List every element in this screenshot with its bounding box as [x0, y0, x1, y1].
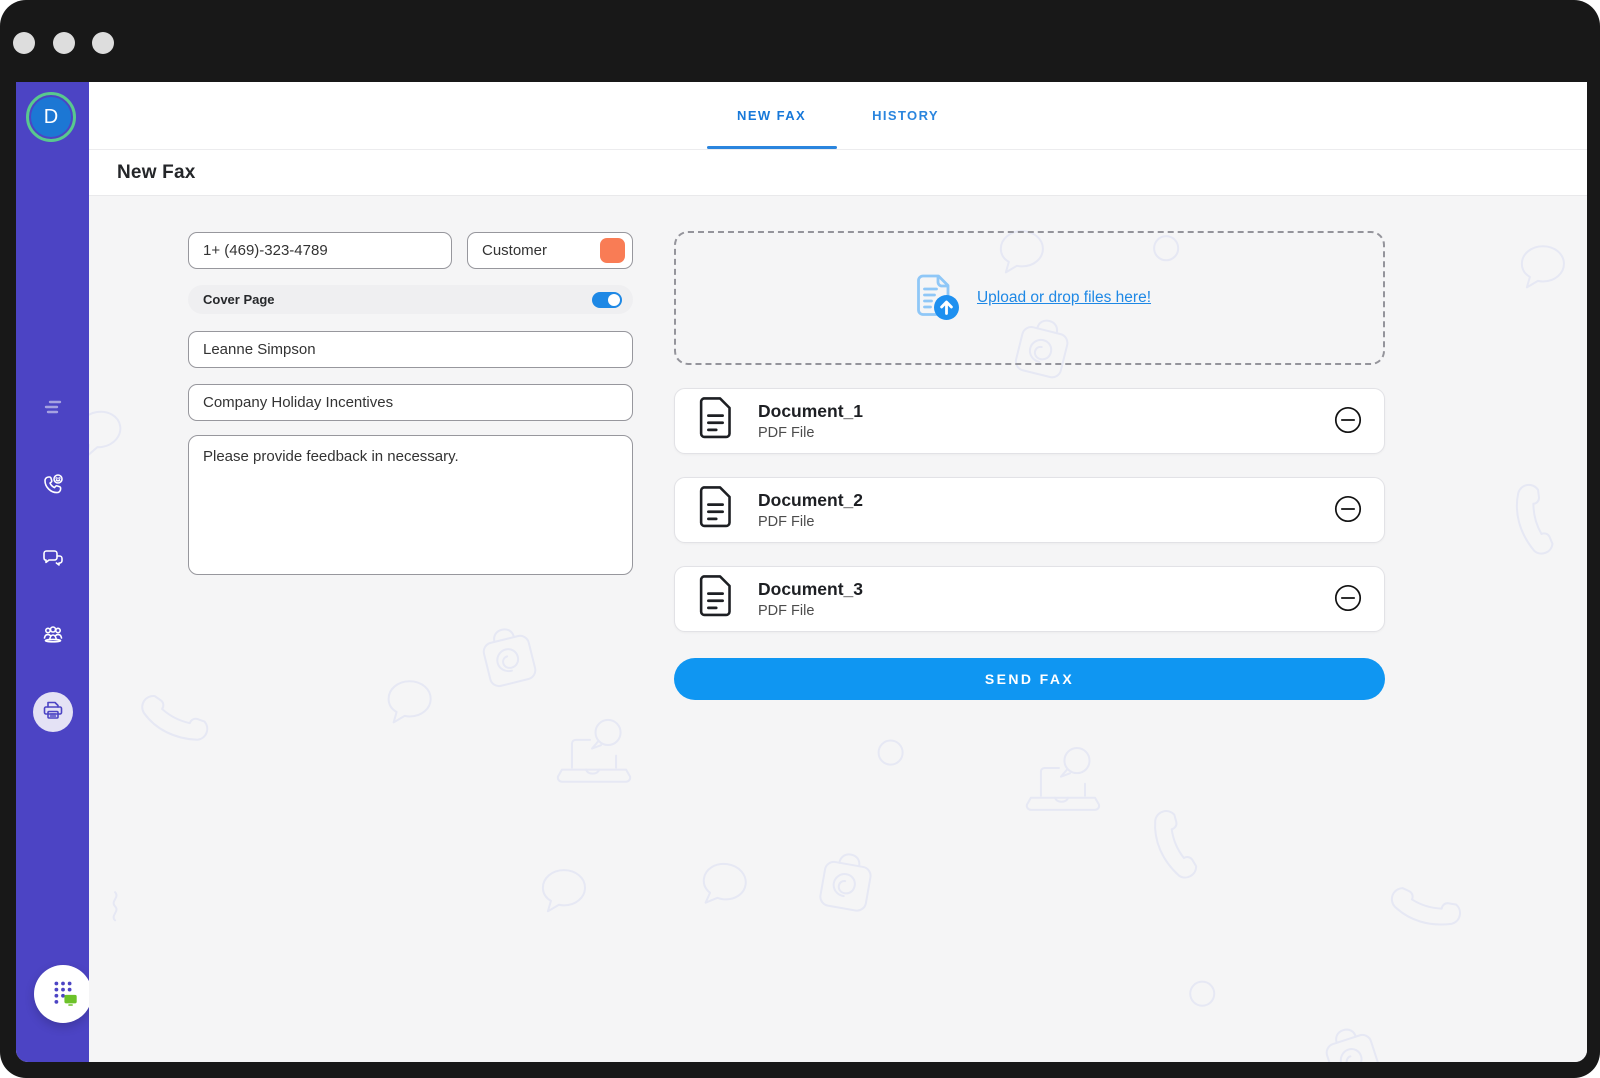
content-area: Hi: [89, 197, 1587, 1062]
cover-page-row: Cover Page: [188, 285, 633, 314]
toggle-knob: [608, 294, 620, 306]
document-card: Document_3 PDF File: [674, 566, 1385, 632]
tab-history[interactable]: HISTORY: [856, 82, 955, 149]
page-title: New Fax: [117, 162, 196, 184]
active-nav-highlight: [33, 692, 73, 732]
document-icon: [697, 484, 734, 536]
user-avatar[interactable]: D: [26, 92, 76, 142]
fax-number-input[interactable]: [188, 232, 452, 269]
document-card: Document_2 PDF File: [674, 477, 1385, 543]
window-minimize-button[interactable]: [53, 32, 75, 54]
people-group-icon: [39, 620, 67, 653]
window-maximize-button[interactable]: [92, 32, 114, 54]
document-name: Document_2: [758, 490, 863, 511]
main-panel: NEW FAX HISTORY New Fax: [89, 82, 1587, 1062]
feed-lines-icon: [41, 396, 65, 425]
app-window: D: [0, 0, 1600, 1078]
cover-page-label: Cover Page: [203, 292, 275, 307]
document-name: Document_3: [758, 579, 863, 600]
sidebar-item-feed[interactable]: [16, 390, 89, 430]
upload-dropzone[interactable]: Upload or drop files here!: [674, 231, 1385, 365]
dialpad-icon: [46, 975, 80, 1014]
recipient-tag-label: Customer: [482, 242, 547, 259]
remove-minus-icon: [1334, 406, 1362, 437]
file-upload-icon: [908, 269, 962, 328]
document-icon: [697, 573, 734, 625]
document-type: PDF File: [758, 603, 863, 619]
app-shell: D: [16, 82, 1587, 1062]
recipient-tag-select[interactable]: Customer: [467, 232, 633, 269]
document-icon: [697, 395, 734, 447]
recipient-color-swatch: [600, 238, 625, 263]
send-fax-button[interactable]: SEND FAX: [674, 658, 1385, 700]
page-header: New Fax: [89, 150, 1587, 196]
sidebar-item-calls[interactable]: [16, 467, 89, 507]
recipient-name-input[interactable]: [188, 331, 633, 368]
sidebar-item-contacts[interactable]: [16, 616, 89, 656]
remove-document-button[interactable]: [1334, 585, 1362, 613]
remove-minus-icon: [1334, 584, 1362, 615]
tab-new-fax[interactable]: NEW FAX: [721, 82, 822, 149]
remove-document-button[interactable]: [1334, 407, 1362, 435]
remove-minus-icon: [1334, 495, 1362, 526]
window-titlebar: [0, 0, 1600, 82]
window-close-button[interactable]: [13, 32, 35, 54]
document-type: PDF File: [758, 425, 863, 441]
cover-page-toggle[interactable]: [592, 292, 622, 308]
fax-form: Customer Cover Page Please provide feedb…: [188, 232, 633, 580]
document-card: Document_1 PDF File: [674, 388, 1385, 454]
dialpad-button[interactable]: [34, 965, 92, 1023]
chat-bubbles-icon: [40, 545, 66, 576]
sidebar-item-fax[interactable]: [16, 692, 89, 732]
attachments-panel: Upload or drop files here! Document_1 PD…: [674, 231, 1385, 700]
sidebar-item-messages[interactable]: [16, 540, 89, 580]
tab-bar: NEW FAX HISTORY: [89, 82, 1587, 150]
fax-printer-icon: [41, 698, 65, 727]
subject-input[interactable]: [188, 384, 633, 421]
avatar-initial: D: [31, 97, 71, 137]
remove-document-button[interactable]: [1334, 496, 1362, 524]
document-type: PDF File: [758, 514, 863, 530]
upload-link[interactable]: Upload or drop files here!: [977, 289, 1151, 307]
phone-call-smiley-icon: [40, 472, 66, 503]
document-name: Document_1: [758, 401, 863, 422]
message-textarea[interactable]: Please provide feedback in necessary.: [188, 435, 633, 575]
sidebar: D: [16, 82, 89, 1062]
